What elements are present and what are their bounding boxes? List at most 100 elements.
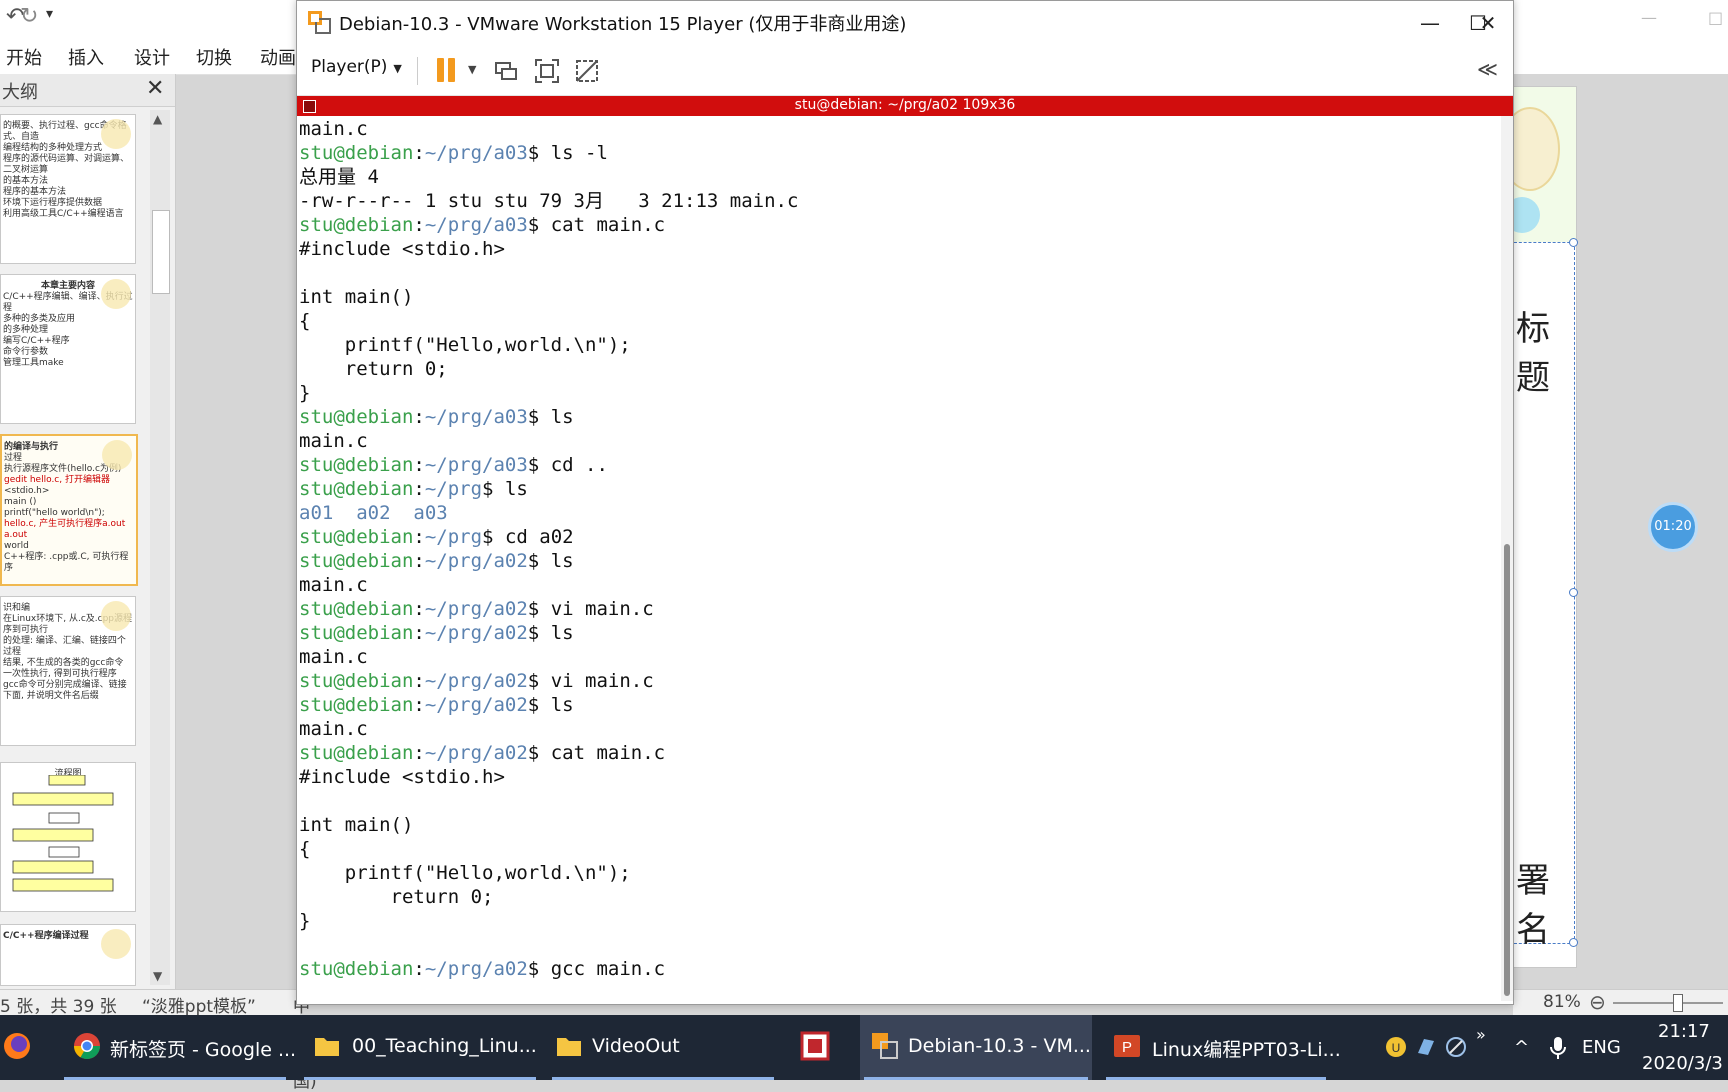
maximize-icon[interactable]: □ — [1708, 8, 1723, 27]
ppt-ribbon-tabs: 开始 插入 设计 切换 动画 — [0, 36, 300, 75]
zoom-slider[interactable] — [1613, 1002, 1723, 1004]
vmware-window: Debian-10.3 - VMware Workstation 15 Play… — [296, 0, 1514, 1005]
power-options-dropdown-icon[interactable]: ▼ — [468, 63, 476, 76]
slide-thumbnail[interactable]: 识和编 在Linux环境下, 从.c及.cpp源程序到可执行 的处理: 编译、汇编、… — [0, 596, 136, 746]
terminal-output-line: } — [299, 910, 311, 932]
scrollbar-thumb[interactable] — [152, 210, 170, 294]
thumbnail-scrollbar[interactable]: ▲ ▼ — [150, 110, 170, 985]
prompt-separator: : — [413, 670, 425, 692]
terminal-output-line: -rw-r--r-- 1 stu stu 79 3月 3 21:13 main.… — [299, 190, 799, 212]
prompt-symbol: $ — [527, 214, 540, 236]
player-menu-button[interactable]: Player(P) ▼ — [311, 57, 402, 77]
language-indicator[interactable]: ENG — [1582, 1037, 1621, 1058]
prompt-separator: : — [413, 406, 425, 428]
minimize-button[interactable]: — — [1407, 7, 1453, 39]
customize-qat-icon[interactable]: ▾ — [46, 6, 53, 22]
pause-icon[interactable] — [437, 58, 459, 84]
close-button[interactable]: ✕ — [1463, 7, 1513, 39]
folder-icon — [557, 1038, 581, 1056]
taskbar-item-videoout[interactable]: VideoOut — [548, 1015, 778, 1080]
prompt-symbol: $ — [482, 526, 494, 548]
terminal-prompt-line: stu@debian:~/prg/a02$ ls — [299, 621, 574, 645]
tray-app-icon-2[interactable] — [1444, 1035, 1468, 1059]
terminal-output[interactable]: main.c stu@debian:~/prg/a03$ ls -l 总用量 4 -r… — [297, 116, 1501, 1001]
ribbon-tab-home[interactable]: 开始 — [6, 44, 42, 70]
prompt-separator: : — [413, 142, 425, 164]
prompt-symbol: $ — [527, 742, 540, 764]
vmware-titlebar[interactable]: Debian-10.3 - VMware Workstation 15 Play… — [297, 1, 1513, 45]
terminal-output-line: main.c — [299, 574, 368, 596]
window-title: Debian-10.3 - VMware Workstation 15 Play… — [339, 14, 907, 35]
terminal-output-line: 总用量 4 — [299, 166, 379, 188]
fullscreen-icon[interactable] — [533, 57, 561, 85]
guest-window-titlebar[interactable]: stu@debian: ~/prg/a02 109x36 — [297, 96, 1513, 116]
chrome-icon — [73, 1033, 101, 1060]
command-text: cat main.c — [539, 742, 666, 764]
recording-timer[interactable]: 01:20 — [1648, 502, 1698, 552]
slide-decoration — [101, 929, 131, 959]
slide-thumbnail[interactable]: 流程图 — [0, 762, 136, 912]
tray-app-icon[interactable] — [1414, 1035, 1438, 1059]
close-icon[interactable]: ✕ — [146, 76, 164, 101]
prompt-path: ~/prg/a03 — [424, 406, 528, 428]
scroll-down-icon[interactable]: ▼ — [153, 969, 162, 983]
ribbon-tab-transitions[interactable]: 切换 — [196, 44, 232, 70]
clock-date[interactable]: 2020/3/3 — [1642, 1053, 1723, 1074]
scroll-up-icon[interactable]: ▲ — [153, 112, 162, 126]
collapse-toolbar-icon[interactable]: ≪ — [1477, 57, 1498, 81]
prompt-symbol: $ — [527, 406, 540, 428]
taskbar-item-chrome[interactable]: 新标签页 - Google ... — [60, 1015, 296, 1080]
ribbon-tab-animations[interactable]: 动画 — [260, 44, 296, 70]
taskbar-label: 新标签页 - Google ... — [110, 1039, 297, 1061]
folder-icon — [315, 1038, 339, 1056]
directory-listing: a01 a02 a03 — [299, 502, 448, 524]
slide-thumbnail-selected[interactable]: 的编译与执行 过程 执行源程序文件(hello.c为例) gedit hello.c,… — [0, 434, 138, 586]
slide-title-text: 标题 — [1516, 309, 1550, 398]
flowchart-graphic — [12, 775, 114, 892]
resize-handle[interactable] — [1569, 588, 1578, 597]
current-slide[interactable]: 标题 署名 — [1500, 86, 1578, 968]
minimize-icon[interactable]: — — [1641, 8, 1657, 27]
slide-thumbnail[interactable]: 的概要、执行过程、gcc命令格式、自造 编程结构的多种处理方式 程序的源代码运算、对… — [0, 114, 136, 264]
unity-mode-icon[interactable] — [573, 57, 601, 85]
terminal-prompt-line: stu@debian:~/prg/a03$ cd .. — [299, 453, 608, 477]
prompt-separator: : — [413, 742, 425, 764]
slide-header-art — [1500, 87, 1576, 242]
clock-time[interactable]: 21:17 — [1658, 1021, 1710, 1042]
terminal-prompt-line: stu@debian:~/prg/a02$ cat main.c — [299, 741, 665, 765]
slide-thumbnail[interactable]: C/C++程序编译过程 — [0, 924, 136, 986]
slide-thumbnail[interactable]: 本章主要内容 C/C++程序编辑、编译、执行过程 多种的多类及应用 的多种处理 编写C/… — [0, 274, 136, 424]
show-hidden-icons-icon[interactable]: ^ — [1514, 1037, 1529, 1058]
terminal-prompt-line: stu@debian:~/prg/a02$ ls — [299, 549, 574, 573]
taskbar-item-recorder[interactable] — [790, 1015, 850, 1080]
taskbar-item-firefox[interactable] — [0, 1015, 50, 1080]
ribbon-tab-insert[interactable]: 插入 — [68, 44, 104, 70]
prompt-user: stu@debian — [299, 958, 414, 980]
windows-taskbar: 新标签页 - Google ... 00_Teaching_Linu... Vi… — [0, 1015, 1728, 1080]
terminal-output-line: } — [299, 382, 311, 404]
resize-handle[interactable] — [1569, 238, 1578, 247]
terminal-output-line: return 0; — [299, 358, 448, 380]
terminal-scrollbar[interactable] — [1501, 116, 1513, 1001]
scrollbar-thumb[interactable] — [1504, 544, 1510, 996]
firefox-icon — [4, 1033, 30, 1059]
zoom-out-icon[interactable]: ⊖ — [1589, 990, 1606, 1014]
redo-icon[interactable]: ↻ — [20, 4, 38, 29]
prompt-separator: : — [413, 550, 425, 572]
zoom-slider-knob[interactable] — [1673, 994, 1683, 1012]
taskbar-item-powerpoint[interactable]: P Linux编程PPT03-Li... — [1102, 1015, 1341, 1080]
send-ctrl-alt-del-icon[interactable] — [492, 57, 520, 85]
tray-expand-icon[interactable]: » — [1476, 1025, 1486, 1044]
vmware-logo-icon — [308, 11, 331, 34]
ribbon-tab-design[interactable]: 设计 — [134, 44, 170, 70]
input-method-icon[interactable]: U — [1384, 1035, 1408, 1059]
microphone-icon[interactable] — [1548, 1035, 1568, 1061]
prompt-separator: : — [413, 598, 425, 620]
terminal-output-line: main.c — [299, 430, 368, 452]
outline-tab[interactable]: 大纲 ✕ — [0, 74, 175, 107]
taskbar-label: VideoOut — [592, 1035, 680, 1057]
taskbar-item-explorer[interactable]: 00_Teaching_Linu... — [300, 1015, 540, 1080]
prompt-path: ~/prg/a02 — [424, 742, 528, 764]
taskbar-item-vmware[interactable]: Debian-10.3 - VM... — [860, 1015, 1092, 1080]
zoom-level[interactable]: 81% — [1543, 992, 1581, 1012]
